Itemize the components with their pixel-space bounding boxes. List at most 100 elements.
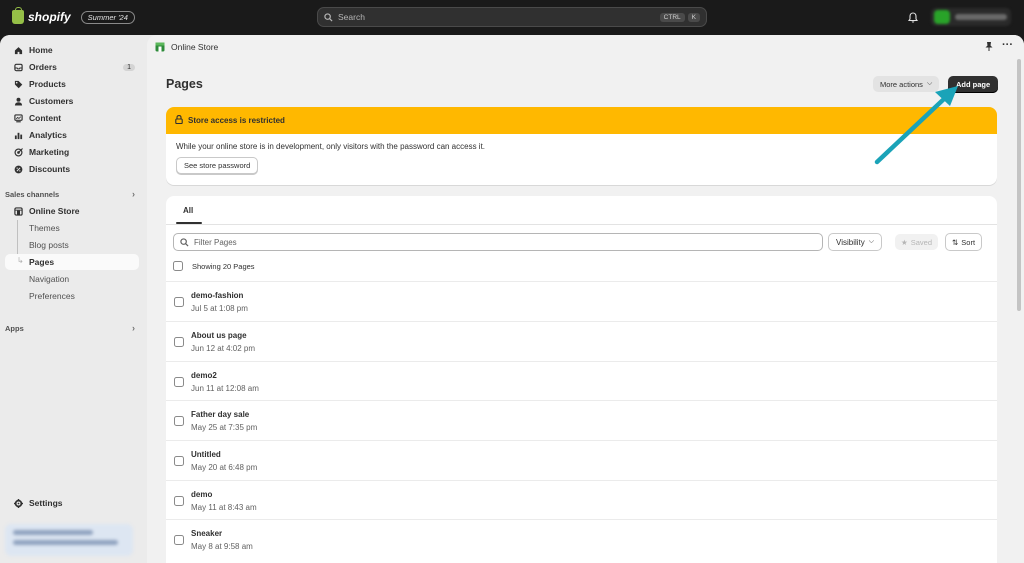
sidebar-item-discounts[interactable]: Discounts bbox=[5, 161, 139, 177]
row-checkbox[interactable] bbox=[174, 416, 184, 426]
page-title-link[interactable]: demo-fashion bbox=[191, 291, 243, 300]
saved-button[interactable]: ★ Saved bbox=[895, 234, 939, 250]
search-bar[interactable]: Search CTRL K bbox=[317, 7, 707, 27]
see-store-password-button[interactable]: See store password bbox=[176, 157, 259, 174]
pin-icon[interactable] bbox=[985, 42, 993, 53]
sidebar-subitem-pages[interactable]: Pages bbox=[5, 254, 139, 270]
row-checkbox[interactable] bbox=[174, 535, 184, 545]
sidebar-item-marketing[interactable]: Marketing bbox=[5, 144, 139, 160]
row-checkbox[interactable] bbox=[174, 456, 184, 466]
sidebar-subitem-blog-posts[interactable]: Blog posts bbox=[5, 237, 139, 253]
sidebar-item-label: Orders bbox=[29, 62, 57, 72]
table-row[interactable]: Untitled May 20 at 6:48 pm bbox=[166, 440, 997, 480]
blurred-store-card[interactable] bbox=[5, 524, 133, 556]
gear-icon bbox=[13, 498, 23, 508]
sales-channels-title: Sales channels bbox=[5, 189, 60, 199]
more-options-icon[interactable]: ··· bbox=[1002, 39, 1013, 51]
page-date: Jul 5 at 1:08 pm bbox=[191, 304, 248, 313]
more-actions-button[interactable]: More actions ⌵ bbox=[873, 76, 940, 92]
banner-message: While your online store is in developmen… bbox=[176, 142, 486, 151]
sort-button[interactable]: ⇅ Sort bbox=[945, 233, 983, 251]
add-page-button[interactable]: Add page bbox=[948, 76, 999, 93]
table-row[interactable]: Sneaker May 8 at 9:58 am bbox=[166, 519, 997, 559]
row-checkbox[interactable] bbox=[174, 496, 184, 506]
account-menu[interactable] bbox=[931, 8, 1011, 26]
page-title-link[interactable]: Sneaker bbox=[191, 529, 222, 538]
sort-icon: ⇅ bbox=[952, 237, 959, 247]
notification-bell-icon[interactable] bbox=[907, 12, 919, 25]
shortcut-key-ctrl: CTRL bbox=[659, 12, 685, 22]
banner-body: While your online store is in developmen… bbox=[166, 134, 997, 182]
chevron-right-icon: › bbox=[132, 189, 135, 199]
tab-all[interactable]: All bbox=[183, 206, 193, 215]
breadcrumb[interactable]: Online Store bbox=[155, 42, 218, 52]
edition-badge[interactable]: Summer '24 bbox=[80, 10, 135, 24]
sales-channels-section[interactable]: Sales channels › bbox=[5, 189, 139, 199]
orders-icon bbox=[13, 62, 23, 72]
page-title-link[interactable]: Untitled bbox=[191, 450, 221, 459]
sidebar-item-analytics[interactable]: Analytics bbox=[5, 127, 139, 143]
star-icon: ★ bbox=[901, 237, 908, 247]
banner-title: Store access is restricted bbox=[188, 116, 285, 125]
showing-count-text: Showing 20 Pages bbox=[192, 261, 255, 271]
sidebar-item-label: Home bbox=[29, 45, 53, 55]
visibility-label: Visibility bbox=[836, 237, 865, 247]
select-all-checkbox[interactable] bbox=[173, 261, 183, 271]
page-date: Jun 12 at 4:02 pm bbox=[191, 344, 256, 353]
tab-divider bbox=[166, 224, 997, 225]
store-icon bbox=[13, 206, 23, 216]
logo-text: shopify bbox=[28, 10, 71, 24]
page-title: Pages bbox=[166, 77, 203, 91]
page-title-link[interactable]: demo2 bbox=[191, 371, 217, 380]
saved-label: Saved bbox=[910, 237, 933, 247]
chevron-down-icon: ⌵ bbox=[868, 238, 875, 245]
sidebar-item-content[interactable]: Content bbox=[5, 110, 139, 126]
sidebar-item-customers[interactable]: Customers bbox=[5, 93, 139, 109]
select-all-row: Showing 20 Pages bbox=[173, 261, 255, 271]
sidebar-item-label: Discounts bbox=[29, 164, 71, 174]
tree-branch-icon: ↳ bbox=[17, 256, 24, 265]
sidebar-subitem-navigation[interactable]: Navigation bbox=[5, 271, 139, 287]
page-date: May 11 at 8:43 am bbox=[191, 503, 257, 512]
sidebar-item-settings[interactable]: Settings bbox=[5, 495, 139, 511]
page-title-link[interactable]: About us page bbox=[191, 331, 247, 340]
sidebar-subitem-themes[interactable]: Themes bbox=[5, 220, 139, 236]
lock-icon bbox=[175, 115, 183, 126]
page-date: Jun 11 at 12:08 am bbox=[191, 384, 259, 393]
store-restricted-banner: Store access is restricted While your on… bbox=[166, 107, 997, 185]
top-bar: shopify Summer '24 Search CTRL K bbox=[0, 0, 1024, 35]
filter-pages-input[interactable]: Filter Pages bbox=[173, 233, 823, 251]
shopify-bag-icon bbox=[12, 7, 24, 24]
sidebar: Home Orders 1 Products Customers Content… bbox=[0, 35, 147, 563]
page-title-link[interactable]: Father day sale bbox=[191, 410, 249, 419]
sidebar-item-label: Settings bbox=[29, 498, 63, 508]
sidebar-item-home[interactable]: Home bbox=[5, 42, 139, 58]
table-row[interactable]: About us page Jun 12 at 4:02 pm bbox=[166, 321, 997, 361]
banner-header: Store access is restricted bbox=[166, 107, 997, 134]
sidebar-item-online-store[interactable]: Online Store bbox=[5, 203, 139, 219]
sidebar-item-products[interactable]: Products bbox=[5, 76, 139, 92]
sidebar-item-label: Analytics bbox=[29, 130, 67, 140]
tag-icon bbox=[13, 79, 23, 89]
sidebar-item-label: Content bbox=[29, 113, 62, 123]
account-name-blurred bbox=[955, 14, 1007, 20]
home-icon bbox=[13, 45, 23, 55]
shopify-logo[interactable]: shopify Summer '24 bbox=[12, 7, 135, 24]
row-checkbox[interactable] bbox=[174, 377, 184, 387]
sidebar-item-orders[interactable]: Orders 1 bbox=[5, 59, 139, 75]
search-placeholder: Search bbox=[338, 12, 365, 22]
discount-icon bbox=[13, 164, 23, 174]
row-checkbox[interactable] bbox=[174, 297, 184, 307]
apps-section[interactable]: Apps › bbox=[5, 323, 139, 333]
orders-count-badge: 1 bbox=[123, 63, 135, 71]
sidebar-item-label: Online Store bbox=[29, 206, 80, 216]
table-row[interactable]: demo May 11 at 8:43 am bbox=[166, 480, 997, 520]
page-title-link[interactable]: demo bbox=[191, 490, 212, 499]
table-row[interactable]: demo2 Jun 11 at 12:08 am bbox=[166, 361, 997, 401]
page-scrollbar[interactable] bbox=[1017, 59, 1021, 311]
table-row[interactable]: demo-fashion Jul 5 at 1:08 pm bbox=[166, 281, 997, 321]
visibility-filter-button[interactable]: Visibility ⌵ bbox=[828, 233, 883, 251]
sidebar-subitem-preferences[interactable]: Preferences bbox=[5, 288, 139, 304]
table-row[interactable]: Father day sale May 25 at 7:35 pm bbox=[166, 400, 997, 440]
row-checkbox[interactable] bbox=[174, 337, 184, 347]
